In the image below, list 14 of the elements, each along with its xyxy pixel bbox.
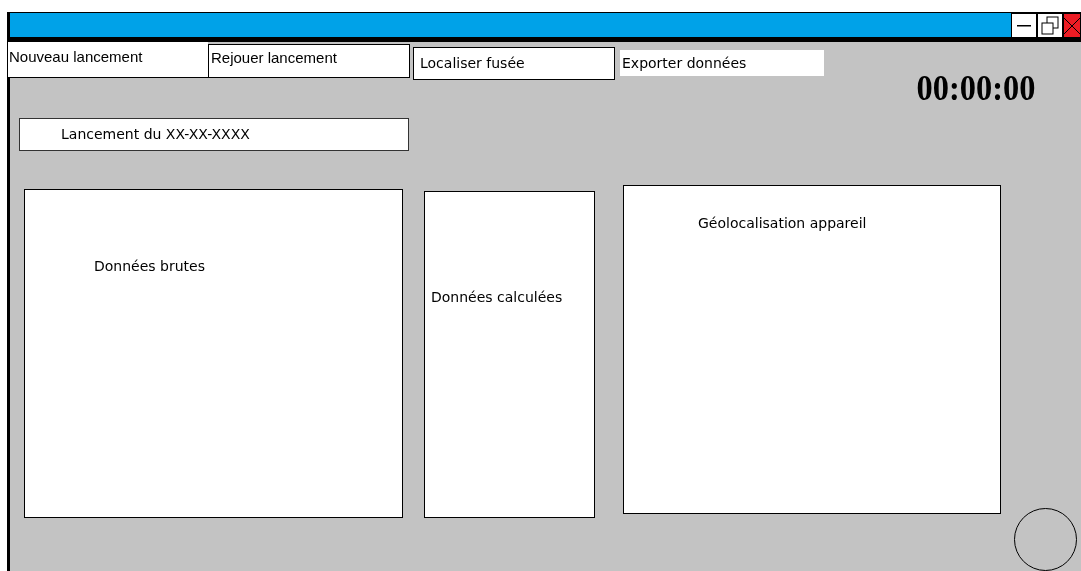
timer: 00:00:00: [916, 70, 1036, 106]
minimize-icon: [1017, 25, 1031, 27]
restore-button[interactable]: [1037, 13, 1063, 39]
toolbar-button[interactable]: Exporter données: [620, 50, 824, 76]
toolbar-button[interactable]: Rejouer lancement: [208, 44, 410, 78]
toolbar-button[interactable]: Nouveau lancement: [8, 42, 208, 78]
panel-label: Données calculées: [431, 289, 563, 305]
panel-label: Géolocalisation appareil: [698, 215, 867, 231]
minimize-button[interactable]: [1011, 13, 1037, 39]
launch-title-field: Lancement du XX-XX-XXXX: [19, 118, 409, 151]
toolbar-button[interactable]: Localiser fusée: [413, 47, 615, 80]
close-button[interactable]: [1063, 13, 1081, 39]
panel-label: Données brutes: [94, 258, 205, 274]
restore-icon: [1040, 16, 1060, 36]
